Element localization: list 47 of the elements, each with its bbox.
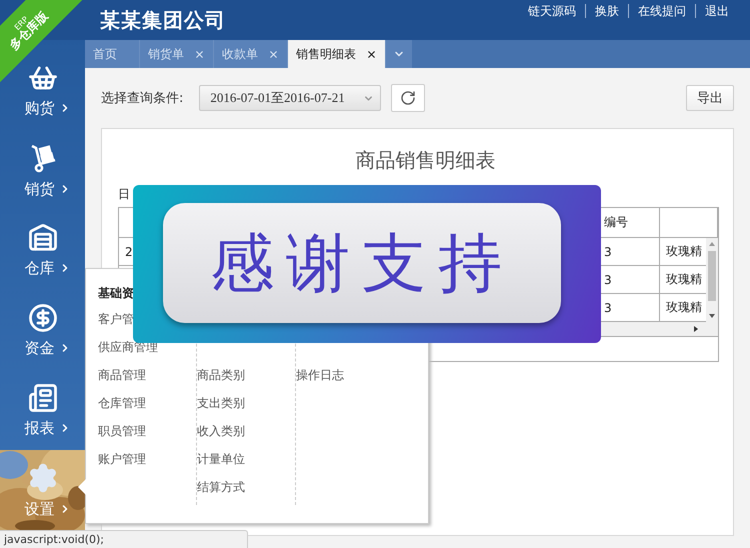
menu-item[interactable]: 商品管理 [98, 365, 146, 393]
menu-item[interactable]: 职员管理 [98, 421, 146, 449]
close-icon[interactable] [366, 48, 377, 60]
table-cell: 玫瑰精 [666, 243, 702, 260]
top-link[interactable]: 在线提问 [628, 4, 695, 18]
menu-item[interactable]: 账户管理 [98, 449, 146, 477]
menu-heading: 基础资 [98, 285, 135, 302]
report-title: 商品销售明细表 [354, 147, 496, 174]
table-cell: 3 [604, 300, 612, 314]
menu-item[interactable]: 计量单位 [197, 449, 245, 477]
menu-item[interactable]: 结算方式 [197, 477, 245, 505]
table-cell: 3 [604, 244, 612, 258]
menu-item[interactable]: 支出类别 [197, 393, 245, 421]
dollar-icon [28, 302, 58, 332]
warehouse-icon [28, 222, 58, 252]
sidebar-item[interactable]: 报表 [0, 370, 85, 450]
tab[interactable]: 销售明细表 [288, 40, 386, 68]
top-link[interactable]: 链天源码 [519, 4, 585, 18]
menu-item[interactable]: 客户管 [98, 309, 134, 337]
table-cell: 3 [604, 272, 612, 286]
export-button[interactable]: 导出 [686, 85, 734, 111]
sidebar-item[interactable]: 销货 [0, 130, 85, 210]
sidebar-item[interactable]: 设置 [0, 450, 85, 530]
menu-item[interactable]: 商品类别 [197, 365, 245, 393]
table-cell: 2 [125, 244, 133, 258]
refresh-icon [400, 90, 416, 106]
date-label: 日 [118, 186, 130, 203]
sidebar-item[interactable]: 资金 [0, 290, 85, 370]
company-name: 某某集团公司 [100, 6, 226, 34]
table-cell: 玫瑰精 [666, 271, 702, 288]
top-link[interactable]: 换肤 [585, 4, 628, 18]
sidebar-item[interactable]: 仓库 [0, 210, 85, 290]
menu-item[interactable]: 仓库管理 [98, 393, 146, 421]
banner-text: 感谢支持 [163, 203, 561, 323]
report-icon [28, 382, 58, 412]
table-cell: 玫瑰精 [666, 299, 702, 316]
menu-item[interactable]: 操作日志 [296, 365, 344, 393]
sidebar-item[interactable]: 购货 [0, 50, 85, 130]
tab-menu-button[interactable] [386, 40, 412, 68]
vertical-scrollbar[interactable] [706, 238, 718, 322]
top-link[interactable]: 退出 [695, 4, 738, 18]
status-bar: javascript:void(0); [0, 530, 248, 548]
date-range-select[interactable]: 2016-07-01至2016-07-21 [199, 85, 382, 111]
column-header: 编号 [604, 214, 628, 231]
refresh-button[interactable] [391, 84, 426, 112]
query-label: 选择查询条件: [101, 90, 184, 107]
menu-item[interactable]: 收入类别 [197, 421, 245, 449]
